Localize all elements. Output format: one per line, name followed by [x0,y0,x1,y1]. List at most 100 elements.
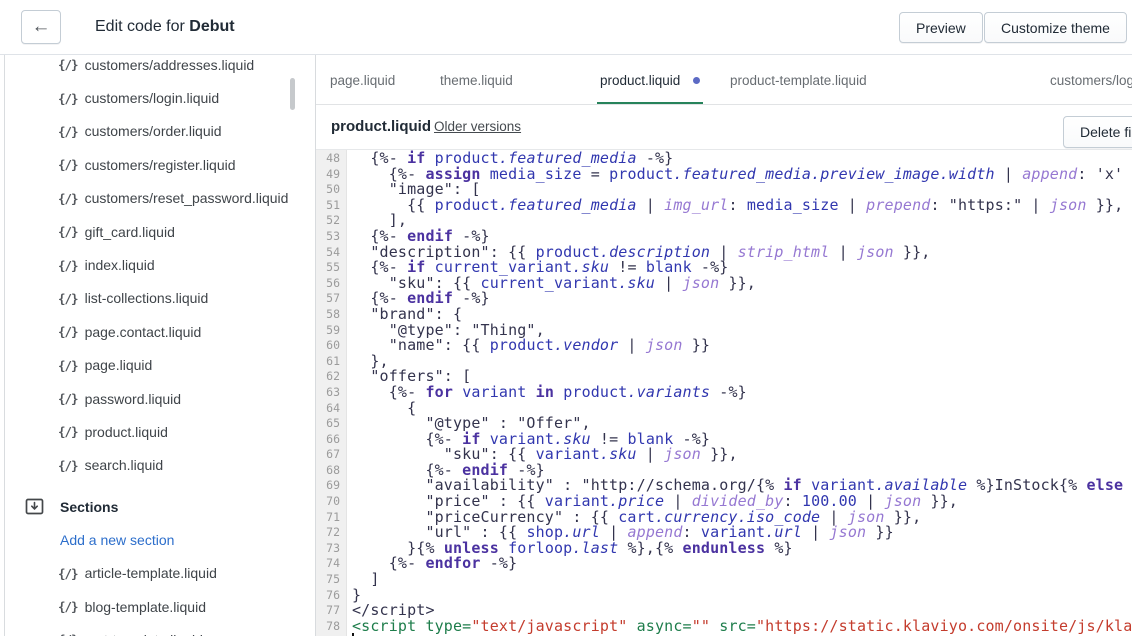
line-number: 65 [316,416,346,432]
code-file-icon: {/} [58,157,78,172]
file-name: customers/order.liquid [85,123,222,139]
line-number: 50 [316,182,346,198]
code-line[interactable]: "name": {{ product.vendor | json }} [352,338,1132,354]
tab-label: product-template.liquid [730,73,867,88]
line-number: 48 [316,151,346,167]
line-number: 62 [316,369,346,385]
file-name: password.liquid [85,391,182,407]
line-number: 70 [316,494,346,510]
older-versions-link[interactable]: Older versions [434,119,521,134]
code-file-icon: {/} [58,391,78,406]
code-file-icon: {/} [58,57,78,72]
tab-label: customers/login.liquid [1050,73,1132,88]
line-number: 55 [316,260,346,276]
code-file-icon: {/} [58,124,78,139]
file-name: page.contact.liquid [85,324,202,340]
sections-group-header[interactable]: Sections [5,482,290,523]
sidebar-item-article-template-liquid[interactable]: {/} article-template.liquid [5,556,290,589]
code-file-icon: {/} [58,358,78,373]
code-line[interactable]: ] [352,572,1132,588]
preview-button[interactable]: Preview [899,12,983,43]
code-file-icon: {/} [58,224,78,239]
code-content[interactable]: {%- if product.featured_media -%} {%- as… [347,150,1132,636]
code-line[interactable]: {%- endif -%} [352,291,1132,307]
sidebar-item-password-liquid[interactable]: {/} password.liquid [5,382,290,415]
page-title: Edit code for Debut [95,18,235,36]
sections-folder-icon [25,497,44,516]
code-line[interactable]: {{ product.featured_media | img_url: med… [352,198,1132,214]
line-number: 74 [316,556,346,572]
back-button[interactable]: ← [21,10,61,44]
file-name: index.liquid [85,257,155,273]
line-number: 77 [316,603,346,619]
file-name: blog-template.liquid [85,599,206,615]
tab-theme-liquid[interactable]: theme.liquid [440,55,513,105]
sidebar-item-search-liquid[interactable]: {/} search.liquid [5,449,290,482]
sidebar-item-page-liquid[interactable]: {/} page.liquid [5,349,290,382]
line-number: 63 [316,385,346,401]
file-name: search.liquid [85,457,164,473]
tab-label: theme.liquid [440,73,513,88]
code-editor[interactable]: 4849505152535455565758596061626364656667… [316,150,1132,636]
code-file-icon: {/} [58,458,78,473]
line-number: 58 [316,307,346,323]
tab-label: page.liquid [330,73,395,88]
theme-name: Debut [189,18,234,35]
file-name: article-template.liquid [85,565,217,581]
code-file-icon: {/} [58,566,78,581]
sidebar-item-list-collections-liquid[interactable]: {/}list-collections.liquid [5,282,290,315]
line-number: 56 [316,276,346,292]
code-file-icon: {/} [58,599,78,614]
code-line[interactable]: {%- endfor -%} [352,556,1132,572]
code-line[interactable]: <script type="text/javascript" async="" … [352,619,1132,635]
sidebar-item-customers-login-liquid[interactable]: {/}customers/login.liquid [5,81,290,114]
code-file-icon: {/} [58,91,78,106]
tab-product-template-liquid[interactable]: product-template.liquid [730,55,867,105]
sidebar-item-page-contact-liquid[interactable]: {/} page.contact.liquid [5,315,290,348]
delete-file-button[interactable]: Delete file [1063,116,1132,148]
sidebar-item-customers-register-liquid[interactable]: {/} customers/register.liquid [5,148,290,181]
tab-customers-login-liquid[interactable]: customers/login.liquid [1050,55,1132,105]
sidebar-item-product-liquid[interactable]: {/}product.liquid [5,415,290,448]
sidebar-item-cart-template-liquid[interactable]: {/} cart-template.liquid [5,623,290,636]
file-name: list-collections.liquid [85,290,209,306]
editor-header: product.liquid Older versions [316,105,1132,150]
tab-label: product.liquid [600,73,680,88]
line-number: 75 [316,572,346,588]
line-number: 73 [316,541,346,557]
sidebar-item-customers-order-liquid[interactable]: {/} customers/order.liquid [5,115,290,148]
code-file-icon: {/} [58,258,78,273]
sidebar-item-index-liquid[interactable]: {/} index.liquid [5,248,290,281]
code-file-icon: {/} [58,324,78,339]
sidebar-item-customers-reset-password-liquid[interactable]: {/}customers/reset_password.liquid [5,182,290,215]
open-file-tabs: page.liquid theme.liquid product.liquid pro… [316,55,1132,105]
line-number: 68 [316,463,346,479]
line-number: 57 [316,291,346,307]
unsaved-changes-dot-icon [693,77,700,84]
sidebar-item-gift-card-liquid[interactable]: {/} gift_card.liquid [5,215,290,248]
file-name: customers/addresses.liquid [85,57,255,73]
sidebar-scrollbar[interactable] [290,78,295,110]
line-number: 52 [316,213,346,229]
file-name: customers/register.liquid [85,157,236,173]
line-number-gutter: 4849505152535455565758596061626364656667… [316,150,347,636]
top-bar: ← Edit code for Debut Preview Customize … [0,0,1132,55]
tab-product-liquid[interactable]: product.liquid [600,55,700,105]
customize-theme-button[interactable]: Customize theme [984,12,1127,43]
line-number: 76 [316,588,346,604]
line-number: 71 [316,510,346,526]
sidebar-item-blog-template-liquid[interactable]: {/} blog-template.liquid [5,590,290,623]
line-number: 64 [316,401,346,417]
file-name: cart-template.liquid [85,632,203,636]
add-new-section-link[interactable]: Add a new section [5,523,290,556]
line-number: 59 [316,323,346,339]
editor-filename: product.liquid [331,118,431,135]
code-file-icon: {/} [58,632,78,636]
tab-page-liquid[interactable]: page.liquid [330,55,395,105]
line-number: 60 [316,338,346,354]
file-name: product.liquid [85,424,168,440]
file-name: page.liquid [85,357,153,373]
file-name: gift_card.liquid [85,224,175,240]
code-line[interactable]: } [352,588,1132,604]
code-line[interactable]: {%- for variant in product.variants -%} [352,385,1132,401]
